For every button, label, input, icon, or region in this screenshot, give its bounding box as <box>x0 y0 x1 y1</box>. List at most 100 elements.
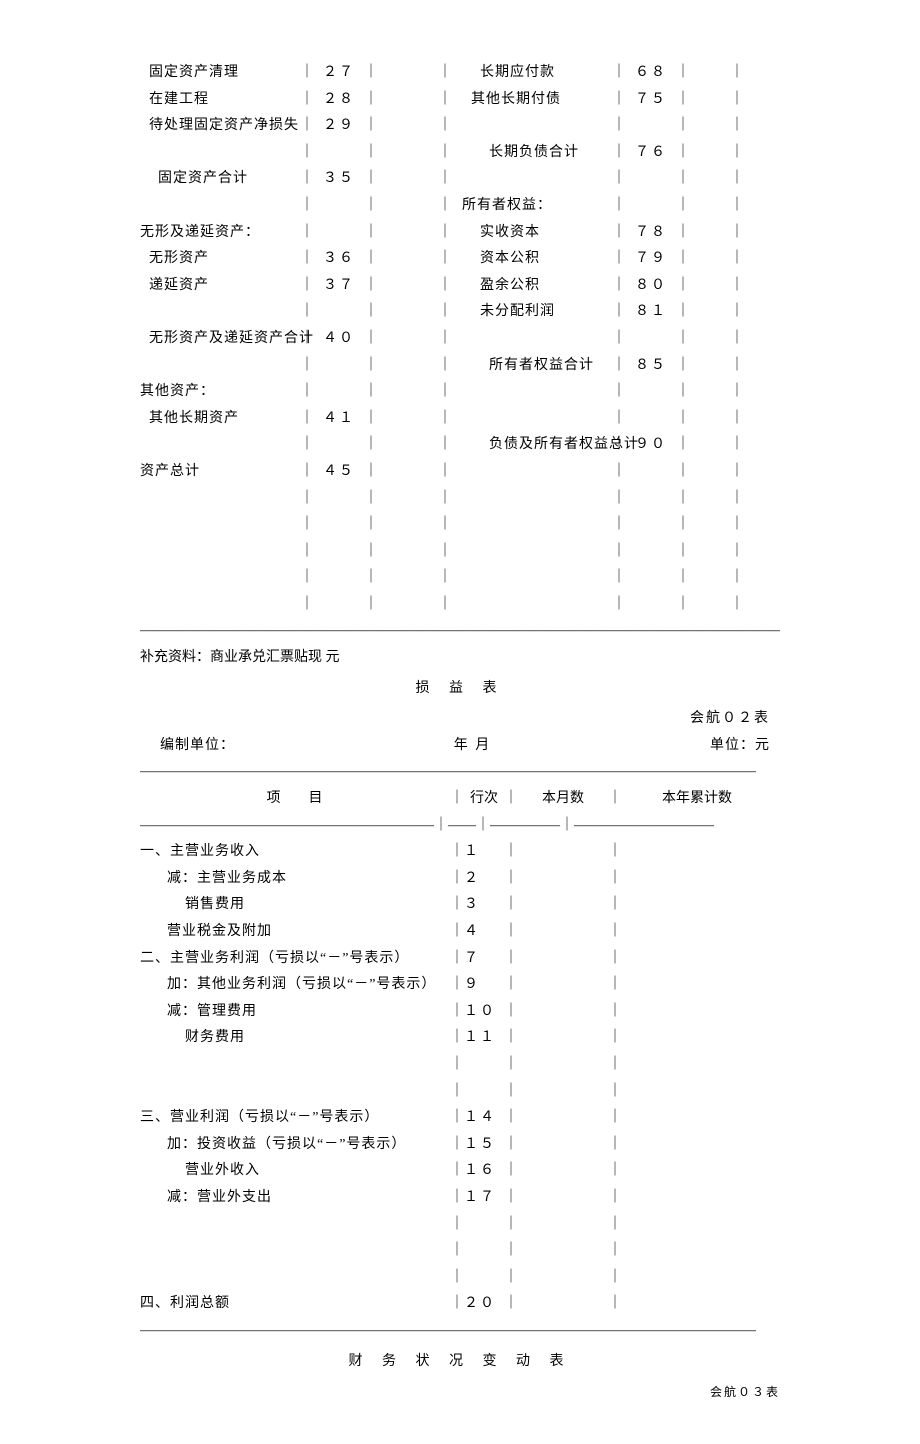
income-line-no: １１ <box>464 1025 504 1052</box>
income-year-val <box>622 946 772 973</box>
left-line-no: ３７ <box>314 273 364 300</box>
right-item <box>452 166 612 193</box>
left-line-no <box>314 140 364 167</box>
left-line-no <box>314 299 364 326</box>
income-line-no: ２０ <box>464 1291 504 1318</box>
table-row: 递延资产｜３７｜｜ 盈余公积｜８０｜｜ <box>140 273 780 300</box>
balance-sheet-rows: 固定资产清理｜２７｜｜ 长期应付款｜６８｜｜ 在建工程｜２８｜｜ 其他长期付债｜… <box>140 60 780 618</box>
income-year-val <box>622 1265 772 1292</box>
left-value <box>378 60 438 87</box>
income-item: 减：管理费用 <box>140 999 450 1026</box>
table-row: ｜ ｜｜ 未分配利润｜８１｜｜ <box>140 299 780 326</box>
income-year-val <box>622 892 772 919</box>
income-header: 项 目 ｜行次 ｜本月数 ｜本年累计数 <box>140 786 780 813</box>
left-value <box>378 246 438 273</box>
left-item <box>140 512 300 539</box>
right-value <box>690 432 730 459</box>
right-line-no: ８０ <box>626 273 676 300</box>
right-line-no <box>626 539 676 566</box>
income-item: 二、主营业务利润（亏损以“－”号表示） <box>140 946 450 973</box>
left-item: 无形资产 <box>140 246 300 273</box>
table-row: 减：营业外支出｜１７｜｜ <box>140 1185 780 1212</box>
left-value <box>378 140 438 167</box>
income-line-no: １４ <box>464 1105 504 1132</box>
left-line-no: ３６ <box>314 246 364 273</box>
left-item: 资产总计 <box>140 459 300 486</box>
right-line-no <box>626 326 676 353</box>
divider: ――――――――――――――――――――――――――――――――――――――――… <box>140 1318 780 1345</box>
right-value <box>690 140 730 167</box>
col-line: 行次 <box>464 786 504 813</box>
income-line-no: ３ <box>464 892 504 919</box>
table-row: ｜ ｜｜ 长期负债合计｜７６｜｜ <box>140 140 780 167</box>
right-line-no: ６８ <box>626 60 676 87</box>
income-item: 销售费用 <box>140 892 450 919</box>
left-value <box>378 459 438 486</box>
right-item <box>452 486 612 513</box>
right-item <box>452 459 612 486</box>
income-month-val <box>518 839 608 866</box>
income-month-val <box>518 1185 608 1212</box>
income-item: 营业外收入 <box>140 1158 450 1185</box>
income-item <box>140 1079 450 1106</box>
left-line-no: ２８ <box>314 87 364 114</box>
table-row: 固定资产清理｜２７｜｜ 长期应付款｜６８｜｜ <box>140 60 780 87</box>
income-year-val <box>622 972 772 999</box>
income-item: 减：主营业务成本 <box>140 866 450 893</box>
right-line-no <box>626 512 676 539</box>
left-line-no: ４１ <box>314 406 364 433</box>
right-value <box>690 565 730 592</box>
income-year-val <box>622 1291 772 1318</box>
right-item <box>452 512 612 539</box>
left-item: 在建工程 <box>140 87 300 114</box>
left-value <box>378 326 438 353</box>
right-item: 盈余公积 <box>452 273 612 300</box>
income-month-val <box>518 1132 608 1159</box>
right-value <box>690 512 730 539</box>
right-value <box>690 87 730 114</box>
right-value <box>690 539 730 566</box>
left-line-no <box>314 379 364 406</box>
right-line-no <box>626 486 676 513</box>
col-year: 本年累计数 <box>622 786 772 813</box>
right-item <box>452 406 612 433</box>
income-year-val <box>622 999 772 1026</box>
left-line-no <box>314 193 364 220</box>
income-item: 营业税金及附加 <box>140 919 450 946</box>
income-month-val <box>518 892 608 919</box>
unit-label: 编制单位： <box>140 733 235 760</box>
income-line-no: １ <box>464 839 504 866</box>
right-line-no <box>626 379 676 406</box>
income-item <box>140 1265 450 1292</box>
income-item: 加：投资收益（亏损以“－”号表示） <box>140 1132 450 1159</box>
income-month-val <box>518 866 608 893</box>
cashflow-title: 财 务 状 况 变 动 表 <box>140 1349 780 1376</box>
income-line-no: １６ <box>464 1158 504 1185</box>
income-year-val <box>622 1212 772 1239</box>
income-month-val <box>518 1158 608 1185</box>
right-value <box>690 592 730 619</box>
right-item <box>452 113 612 140</box>
left-item <box>140 486 300 513</box>
income-year-val <box>622 919 772 946</box>
right-line-no: ７８ <box>626 220 676 247</box>
left-value <box>378 166 438 193</box>
income-year-val <box>622 1105 772 1132</box>
left-value <box>378 432 438 459</box>
left-line-no <box>314 539 364 566</box>
left-item <box>140 353 300 380</box>
income-line-no: ７ <box>464 946 504 973</box>
income-line-no <box>464 1079 504 1106</box>
income-month-val <box>518 946 608 973</box>
left-value <box>378 220 438 247</box>
table-row: ｜ ｜｜｜ ｜｜ <box>140 486 780 513</box>
right-item: 长期应付款 <box>452 60 612 87</box>
left-item: 其他长期资产 <box>140 406 300 433</box>
right-item: 所有者权益： <box>452 193 612 220</box>
right-item <box>452 565 612 592</box>
right-item <box>452 539 612 566</box>
right-item: 实收资本 <box>452 220 612 247</box>
income-item <box>140 1238 450 1265</box>
right-line-no: ７９ <box>626 246 676 273</box>
table-row: 三、营业利润（亏损以“－”号表示）｜１４｜｜ <box>140 1105 780 1132</box>
